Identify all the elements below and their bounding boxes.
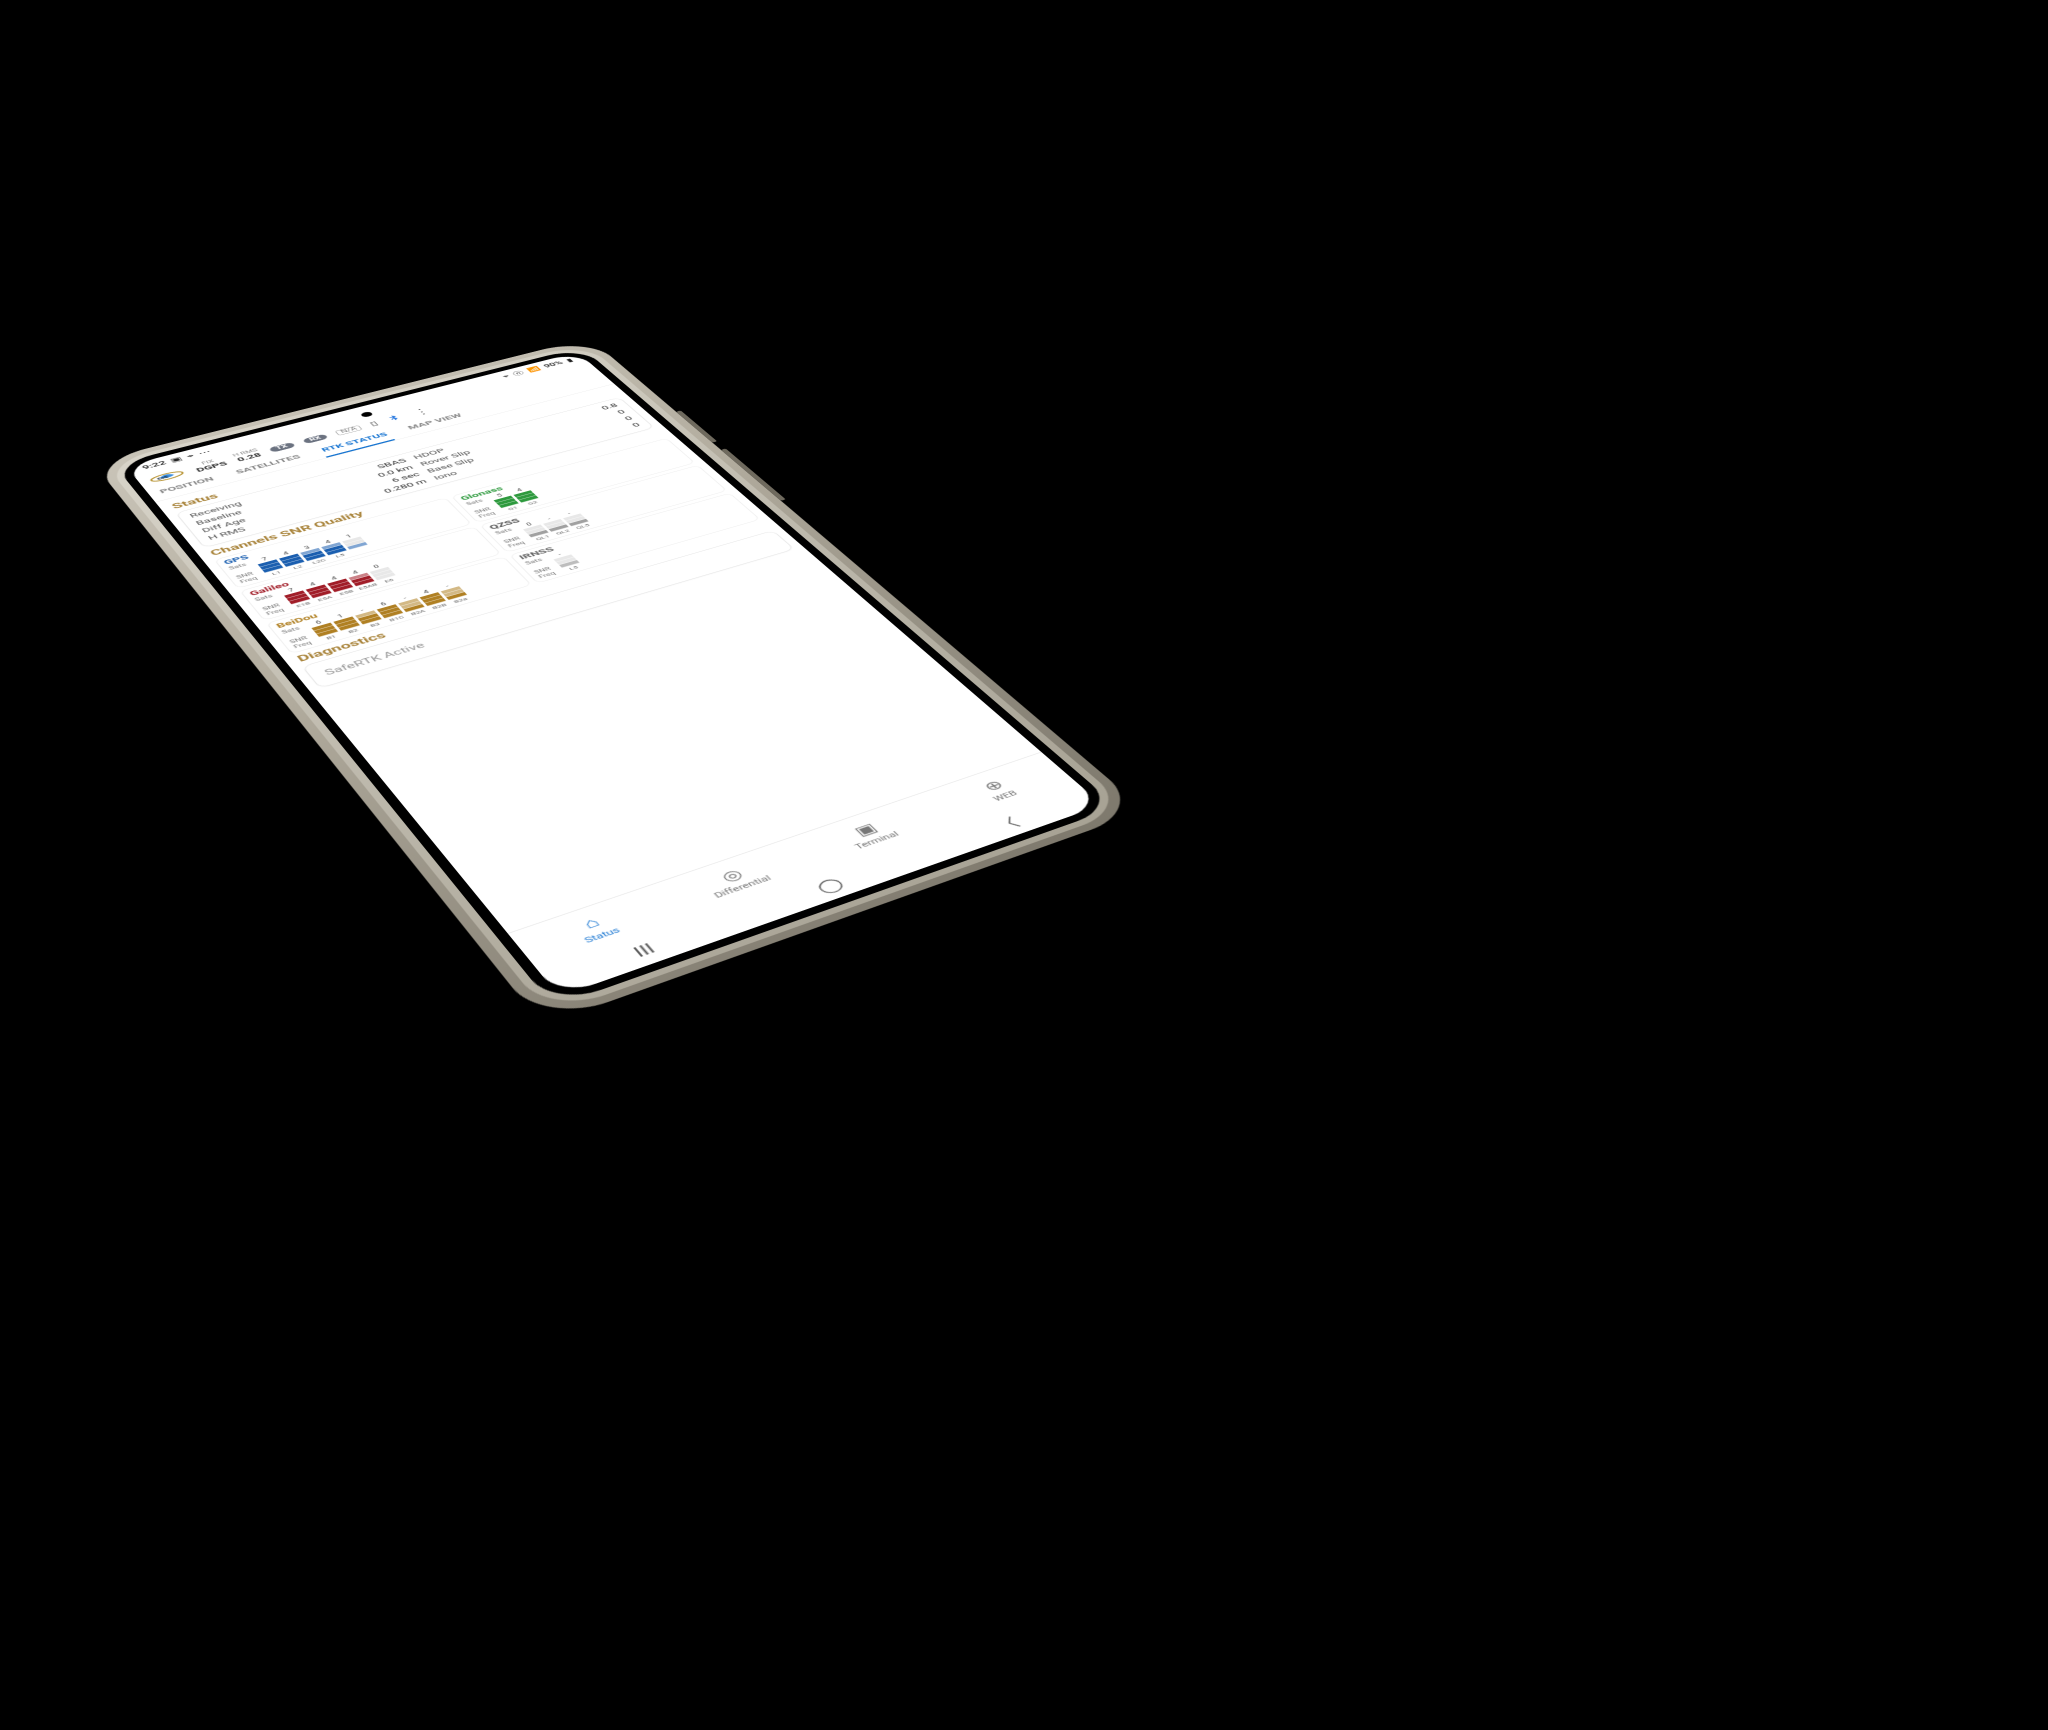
android-recents-button[interactable]: III xyxy=(629,940,659,960)
android-back-button[interactable]: 〈 xyxy=(988,813,1024,835)
android-home-button[interactable]: ◯ xyxy=(812,875,848,896)
